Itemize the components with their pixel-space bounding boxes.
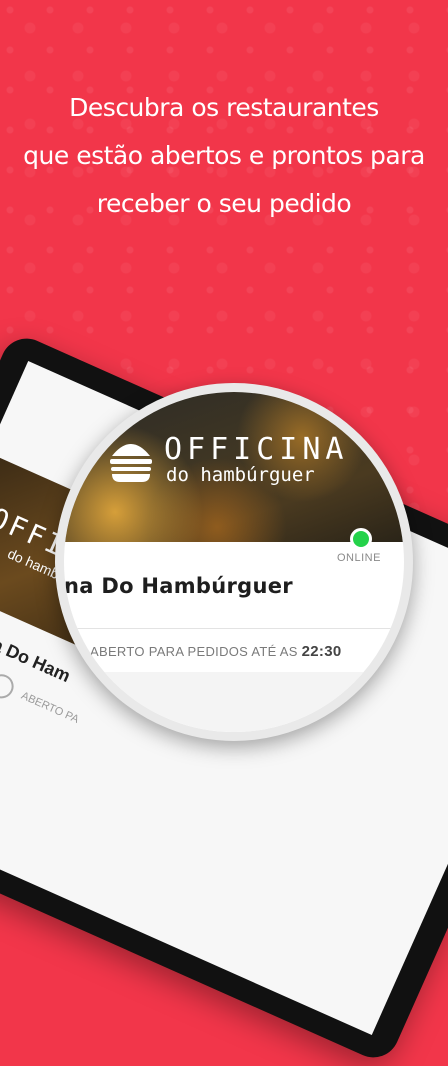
logo-title: OFFICINA bbox=[164, 432, 349, 467]
headline-line-3: receber o seu pedido bbox=[96, 189, 352, 218]
opening-hours: ABERTO PARA PEDIDOS ATÉ AS 22:30 bbox=[90, 643, 341, 660]
headline-line-1: Descubra os restaurantes bbox=[69, 93, 379, 122]
card-footer bbox=[64, 672, 404, 732]
restaurant-name[interactable]: na Do Hambúrguer bbox=[64, 574, 293, 598]
status-badge: ONLINE bbox=[337, 552, 381, 564]
headline-line-2: que estão abertos e prontos para bbox=[23, 141, 425, 170]
hours-prefix: ABERTO PARA PEDIDOS ATÉ AS bbox=[90, 644, 298, 659]
logo-subtitle: do hambúrguer bbox=[166, 464, 315, 486]
divider bbox=[64, 628, 404, 629]
online-status-dot bbox=[350, 528, 372, 550]
magnifier-lens: OFFICINA do hambúrguer ONLINE na Do Hamb… bbox=[55, 383, 413, 741]
hours-time: 22:30 bbox=[301, 643, 342, 660]
burger-icon bbox=[110, 444, 152, 482]
headline: Descubra os restaurantes que estão abert… bbox=[0, 84, 448, 228]
clock-icon bbox=[0, 670, 18, 703]
